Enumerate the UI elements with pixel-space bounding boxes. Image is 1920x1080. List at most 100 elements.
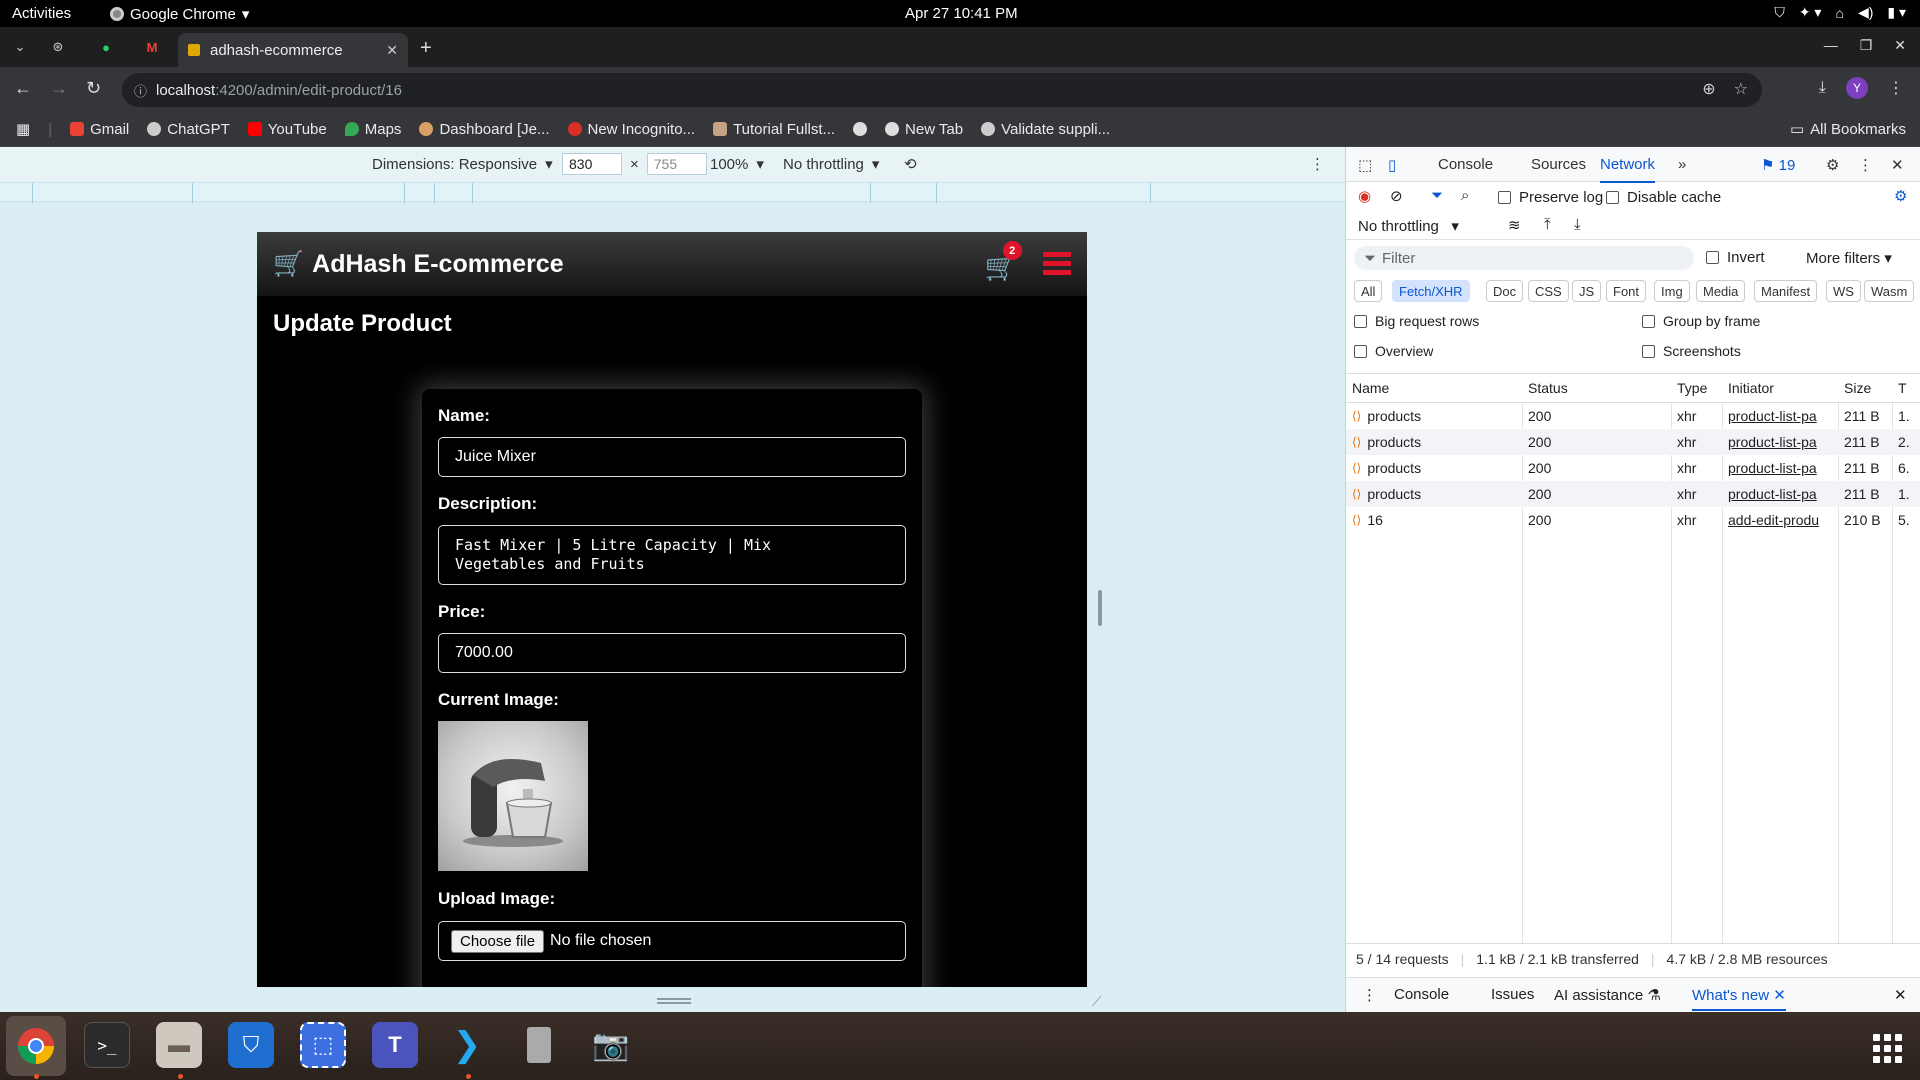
drawer-tab-whats-new[interactable]: What's new ✕ xyxy=(1692,986,1786,1011)
table-row[interactable]: ⟨⟩ 16 200 xhr add-edit-produ 210 B 5. xyxy=(1346,507,1920,533)
filter-icon[interactable]: ⏷ xyxy=(1431,187,1443,204)
bookmark-chatgpt[interactable]: ChatGPT xyxy=(147,121,230,138)
issues-counter[interactable]: ⚑ 19 xyxy=(1761,156,1795,174)
filter-chip-font[interactable]: Font xyxy=(1606,280,1647,302)
close-icon[interactable]: ✕ xyxy=(386,42,398,59)
col-name[interactable]: Name xyxy=(1346,374,1522,402)
zoom-select[interactable]: 100% ▾ xyxy=(710,155,764,174)
dock-files[interactable]: ▬ xyxy=(156,1022,202,1068)
filter-chip-fetch-xhr[interactable]: Fetch/XHR xyxy=(1392,280,1470,302)
viewport-resize-corner-icon[interactable]: ⟋ xyxy=(1092,993,1102,1010)
maximize-icon[interactable]: ❐ xyxy=(1860,37,1873,54)
search-icon[interactable]: ⌕ xyxy=(1461,187,1469,204)
viewport-resize-handle-right[interactable] xyxy=(1098,590,1102,626)
app-menu[interactable]: Google Chrome ▾ xyxy=(110,5,249,23)
dock-usb-drive[interactable] xyxy=(516,1022,562,1068)
zoom-icon[interactable]: ⊕ xyxy=(1702,79,1715,99)
hamburger-menu-icon[interactable] xyxy=(1043,252,1071,279)
width-input[interactable]: 830 xyxy=(562,153,622,175)
bookmark-star-icon[interactable]: ☆ xyxy=(1734,79,1748,99)
dock-chrome[interactable] xyxy=(6,1016,66,1076)
col-time[interactable]: T xyxy=(1892,374,1920,402)
drawer-tab-ai-assistance[interactable]: AI assistance ⚗ xyxy=(1554,986,1661,1004)
table-row[interactable]: ⟨⟩ products 200 xhr product-list-pa 211 B… xyxy=(1346,403,1920,429)
drawer-tab-console[interactable]: Console xyxy=(1394,986,1449,1003)
more-tabs-icon[interactable]: » xyxy=(1678,156,1686,173)
filter-chip-media[interactable]: Media xyxy=(1696,280,1746,302)
close-devtools-icon[interactable]: ✕ xyxy=(1891,156,1904,174)
tab-network[interactable]: Network xyxy=(1600,156,1656,183)
close-drawer-icon[interactable]: ✕ xyxy=(1894,986,1907,1004)
media-query-ruler[interactable] xyxy=(0,182,1345,203)
filter-chip-doc[interactable]: Doc xyxy=(1486,280,1524,302)
bookmark-tutorial[interactable]: Tutorial Fullst... xyxy=(713,121,835,138)
dock-teams[interactable]: T xyxy=(372,1022,418,1068)
request-initiator-link[interactable]: product-list-pa xyxy=(1722,429,1838,455)
disable-cache-checkbox[interactable]: Disable cache xyxy=(1606,189,1721,206)
cart-button[interactable]: 🛒 2 xyxy=(985,241,1022,283)
close-icon[interactable]: ✕ xyxy=(1773,987,1786,1004)
dock-security-app[interactable]: ⛉ xyxy=(228,1022,274,1068)
clear-icon[interactable]: ⊘ xyxy=(1390,187,1403,205)
bookmark-gmail[interactable]: Gmail xyxy=(70,121,129,138)
reload-icon[interactable]: ↻ xyxy=(86,78,101,99)
forward-icon[interactable]: → xyxy=(50,78,68,99)
throttling-select[interactable]: No throttling ▾ xyxy=(783,155,879,174)
import-har-icon[interactable]: ⤒ xyxy=(1544,216,1551,233)
devtools-menu-icon[interactable]: ⋮ xyxy=(1858,156,1873,174)
rotate-icon[interactable]: ⟲ xyxy=(904,155,917,173)
network-throttling-select[interactable]: No throttling ▾ xyxy=(1358,217,1459,235)
pinned-tab-chatgpt[interactable]: ⊛ xyxy=(46,35,70,59)
filter-chip-manifest[interactable]: Manifest xyxy=(1754,280,1818,302)
drawer-menu-icon[interactable]: ⋮ xyxy=(1362,986,1377,1004)
filter-chip-img[interactable]: Img xyxy=(1654,280,1690,302)
request-initiator-link[interactable]: add-edit-produ xyxy=(1722,507,1838,533)
invert-checkbox[interactable]: Invert xyxy=(1706,249,1765,266)
height-input[interactable]: 755 xyxy=(646,153,707,175)
request-initiator-link[interactable]: product-list-pa xyxy=(1722,455,1838,481)
clock[interactable]: Apr 27 10:41 PM xyxy=(905,5,1018,22)
bookmark-globe[interactable] xyxy=(853,122,868,136)
apps-grid-icon[interactable]: ▦ xyxy=(16,120,30,138)
filter-chip-css[interactable]: CSS xyxy=(1528,280,1569,302)
table-row[interactable]: ⟨⟩ products 200 xhr product-list-pa 211 B… xyxy=(1346,429,1920,455)
dock-screenshot-tool[interactable]: ⬚ xyxy=(300,1022,346,1068)
new-tab-button[interactable]: + xyxy=(420,37,432,60)
col-size[interactable]: Size xyxy=(1838,374,1892,402)
download-icon[interactable]: ⤓ xyxy=(1819,79,1826,97)
overview-checkbox[interactable]: Overview xyxy=(1354,343,1433,359)
profile-avatar[interactable]: Y xyxy=(1846,77,1868,99)
table-row[interactable]: ⟨⟩ products 200 xhr product-list-pa 211 B… xyxy=(1346,481,1920,507)
bookmark-maps[interactable]: Maps xyxy=(344,121,401,138)
show-apps-grid-icon[interactable] xyxy=(1873,1034,1902,1063)
name-input[interactable]: Juice Mixer xyxy=(438,437,906,477)
kebab-menu-icon[interactable]: ⋮ xyxy=(1888,78,1904,98)
dimensions-select[interactable]: Dimensions: Responsive ▾ xyxy=(372,155,553,174)
inspect-element-icon[interactable]: ⬚ xyxy=(1358,156,1372,174)
address-bar[interactable]: ⓘ localhost:4200/admin/edit-product/16 ⊕… xyxy=(122,73,1762,107)
col-initiator[interactable]: Initiator xyxy=(1722,374,1838,402)
pinned-tab-gmail[interactable]: M xyxy=(140,35,164,59)
preserve-log-checkbox[interactable]: Preserve log xyxy=(1498,189,1603,206)
filter-input[interactable]: ⏷ Filter xyxy=(1354,246,1694,270)
tab-active[interactable]: adhash-ecommerce ✕ xyxy=(178,33,408,67)
minimize-icon[interactable]: — xyxy=(1824,37,1838,54)
bookmark-new-tab[interactable]: New Tab xyxy=(885,121,963,138)
tab-sources[interactable]: Sources xyxy=(1531,156,1586,173)
viewport-resize-handle-bottom[interactable] xyxy=(657,998,691,1004)
group-by-frame-checkbox[interactable]: Group by frame xyxy=(1642,313,1760,329)
dock-terminal[interactable]: >_ xyxy=(84,1022,130,1068)
dock-camera[interactable]: 📷 xyxy=(588,1022,634,1068)
table-row[interactable]: ⟨⟩ products 200 xhr product-list-pa 211 B… xyxy=(1346,455,1920,481)
big-request-rows-checkbox[interactable]: Big request rows xyxy=(1354,313,1479,329)
close-window-icon[interactable]: ✕ xyxy=(1894,37,1906,54)
wifi-conditions-icon[interactable]: ≋ xyxy=(1508,216,1521,234)
price-input[interactable]: 7000.00 xyxy=(438,633,906,673)
choose-file-button[interactable]: Choose file xyxy=(451,929,545,953)
bookmark-dashboard[interactable]: Dashboard [Je... xyxy=(419,121,550,138)
site-info-icon[interactable]: ⓘ xyxy=(134,81,147,100)
filter-chip-wasm[interactable]: Wasm xyxy=(1864,280,1915,302)
dock-vscode[interactable]: ❯ xyxy=(444,1022,490,1068)
settings-gear-icon[interactable]: ⚙ xyxy=(1826,156,1839,174)
tab-search-icon[interactable]: ⌄ xyxy=(8,35,32,59)
